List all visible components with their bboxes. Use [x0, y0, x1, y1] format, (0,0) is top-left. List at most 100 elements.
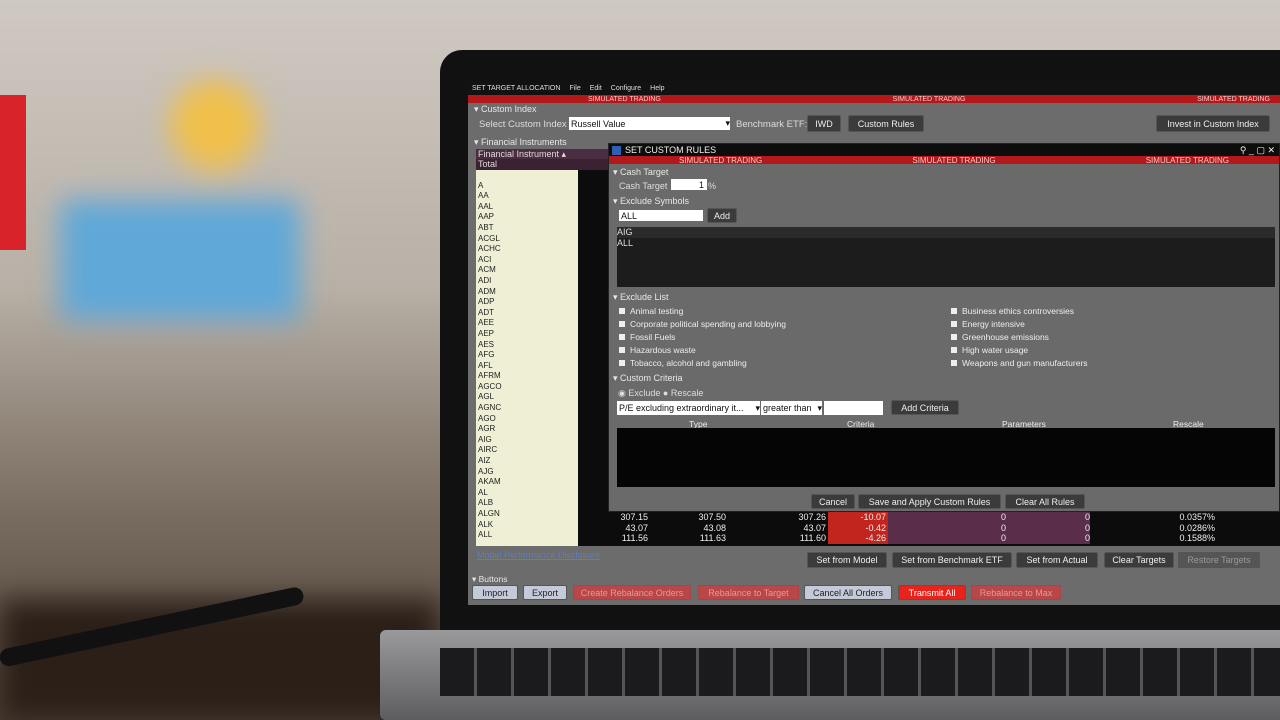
- criteria-field-select[interactable]: P/E excluding extraordinary it... ▾: [617, 401, 760, 415]
- symbol-row[interactable]: AL: [476, 488, 578, 499]
- menu-file[interactable]: File: [569, 85, 580, 92]
- symbol-row[interactable]: AFL: [476, 361, 578, 372]
- cash-target-input[interactable]: 1: [671, 179, 707, 190]
- exclude-checkbox[interactable]: Hazardous waste: [619, 345, 696, 355]
- restore-targets-button[interactable]: Restore Targets: [1178, 552, 1260, 568]
- checkbox-icon[interactable]: [951, 308, 957, 314]
- window-controls-icon[interactable]: ⚲ _ ▢ ✕: [1240, 145, 1279, 156]
- symbol-row[interactable]: ABT: [476, 223, 578, 234]
- exclude-checkbox[interactable]: High water usage: [951, 345, 1028, 355]
- symbol-row[interactable]: ALGN: [476, 509, 578, 520]
- custom-index-select[interactable]: Russell Value ▾: [569, 117, 730, 130]
- symbol-row[interactable]: AAL: [476, 202, 578, 213]
- symbol-row[interactable]: ALB: [476, 498, 578, 509]
- save-apply-button[interactable]: Save and Apply Custom Rules: [858, 494, 1001, 509]
- checkbox-icon[interactable]: [951, 334, 957, 340]
- transmit-all-button[interactable]: Transmit All: [898, 585, 966, 600]
- symbol-row[interactable]: ADT: [476, 308, 578, 319]
- symbol-row[interactable]: AFRM: [476, 371, 578, 382]
- add-criteria-button[interactable]: Add Criteria: [891, 400, 959, 415]
- set-from-actual-button[interactable]: Set from Actual: [1016, 552, 1098, 568]
- symbol-row[interactable]: AGL: [476, 392, 578, 403]
- symbol-row[interactable]: AIG: [476, 435, 578, 446]
- list-item[interactable]: ALL: [617, 238, 1275, 249]
- exclude-checkbox[interactable]: Animal testing: [619, 306, 683, 316]
- symbol-row[interactable]: ALL: [476, 530, 578, 541]
- symbol-row[interactable]: ADI: [476, 276, 578, 287]
- cell-c3: 43.07: [803, 522, 826, 533]
- symbol-row[interactable]: AA: [476, 191, 578, 202]
- checkbox-icon[interactable]: [951, 360, 957, 366]
- checkbox-icon[interactable]: [619, 334, 625, 340]
- exclude-checkbox[interactable]: Greenhouse emissions: [951, 332, 1049, 342]
- symbol-row[interactable]: ACI: [476, 255, 578, 266]
- checkbox-icon[interactable]: [619, 360, 625, 366]
- symbol-row[interactable]: [476, 170, 578, 181]
- section-cash-target: ▾ Cash Target: [613, 167, 669, 177]
- create-rebalance-orders-button[interactable]: Create Rebalance Orders: [573, 585, 691, 600]
- symbol-row[interactable]: ACGL: [476, 234, 578, 245]
- custom-rules-button[interactable]: Custom Rules: [848, 115, 924, 132]
- checkbox-icon[interactable]: [951, 321, 957, 327]
- exclude-checkbox[interactable]: Tobacco, alcohol and gambling: [619, 358, 747, 368]
- symbol-row[interactable]: A: [476, 181, 578, 192]
- exclude-checkbox[interactable]: Energy intensive: [951, 319, 1025, 329]
- menu-edit[interactable]: Edit: [590, 85, 602, 92]
- symbol-row[interactable]: AES: [476, 340, 578, 351]
- symbol-row[interactable]: AEE: [476, 318, 578, 329]
- disclosure-link[interactable]: Model Performance Disclosure: [477, 550, 600, 560]
- rebalance-to-max-button[interactable]: Rebalance to Max: [971, 585, 1061, 600]
- checkbox-icon[interactable]: [619, 347, 625, 353]
- table-row[interactable]: 307.15 307.50 307.26 -10.07 0 0 0.0357%: [578, 512, 1280, 523]
- add-symbol-button[interactable]: Add: [707, 208, 737, 223]
- criteria-value-input[interactable]: [824, 401, 883, 415]
- checkbox-icon[interactable]: [619, 308, 625, 314]
- checkbox-icon[interactable]: [619, 321, 625, 327]
- table-row[interactable]: 43.07 43.08 43.07 -0.42 0 0 0.0286%: [578, 522, 1280, 534]
- exclude-symbol-input[interactable]: ALL: [619, 210, 703, 221]
- invest-button[interactable]: Invest in Custom Index: [1156, 115, 1270, 132]
- rescale-radio[interactable]: ● Rescale: [663, 388, 703, 398]
- exclude-radio[interactable]: ◉ Exclude: [618, 388, 660, 398]
- cell-c1: 307.15: [620, 512, 648, 522]
- symbol-row[interactable]: AGO: [476, 414, 578, 425]
- table-row[interactable]: 111.56 111.63 111.60 -4.26 0 0 0.1588%: [578, 533, 1280, 544]
- set-from-model-button[interactable]: Set from Model: [807, 552, 887, 568]
- menu-help[interactable]: Help: [650, 85, 664, 92]
- cancel-all-orders-button[interactable]: Cancel All Orders: [804, 585, 892, 600]
- menu-configure[interactable]: Configure: [611, 85, 641, 92]
- symbol-row[interactable]: AGR: [476, 424, 578, 435]
- symbol-row[interactable]: AFG: [476, 350, 578, 361]
- symbol-row[interactable]: AIZ: [476, 456, 578, 467]
- symbol-row[interactable]: AIRC: [476, 445, 578, 456]
- dialog-sim-banner: SIMULATED TRADING SIMULATED TRADING SIMULA…: [609, 156, 1279, 165]
- export-button[interactable]: Export: [523, 585, 567, 600]
- symbol-row[interactable]: AGCO: [476, 382, 578, 393]
- list-item[interactable]: AIG: [617, 227, 1275, 238]
- exclude-checkbox[interactable]: Weapons and gun manufacturers: [951, 358, 1088, 368]
- cancel-button[interactable]: Cancel: [811, 494, 855, 509]
- symbol-row[interactable]: AEP: [476, 329, 578, 340]
- benchmark-etf-button[interactable]: IWD: [807, 115, 841, 132]
- criteria-operator-select[interactable]: greater than ▾: [761, 401, 822, 415]
- symbol-row[interactable]: ADM: [476, 287, 578, 298]
- symbol-row[interactable]: AAP: [476, 212, 578, 223]
- symbol-row[interactable]: AJG: [476, 467, 578, 478]
- rebalance-to-target-button[interactable]: Rebalance to Target: [698, 585, 799, 600]
- exclude-checkbox[interactable]: Fossil Fuels: [619, 332, 675, 342]
- exclude-checkbox[interactable]: Business ethics controversies: [951, 306, 1074, 316]
- symbol-row[interactable]: ADP: [476, 297, 578, 308]
- instrument-column-header[interactable]: Financial Instrument ▴: [476, 149, 608, 159]
- symbol-row[interactable]: ACM: [476, 265, 578, 276]
- symbol-row[interactable]: AKAM: [476, 477, 578, 488]
- set-from-benchmark-button[interactable]: Set from Benchmark ETF: [892, 552, 1012, 568]
- symbol-row[interactable]: AGNC: [476, 403, 578, 414]
- symbol-row[interactable]: ALK: [476, 520, 578, 531]
- checkbox-icon[interactable]: [951, 347, 957, 353]
- symbol-row[interactable]: ACHC: [476, 244, 578, 255]
- blurred-monitor: [60, 200, 300, 320]
- clear-targets-button[interactable]: Clear Targets: [1104, 552, 1174, 568]
- import-button[interactable]: Import: [472, 585, 518, 600]
- clear-all-rules-button[interactable]: Clear All Rules: [1005, 494, 1085, 509]
- exclude-checkbox[interactable]: Corporate political spending and lobbyin…: [619, 319, 786, 329]
